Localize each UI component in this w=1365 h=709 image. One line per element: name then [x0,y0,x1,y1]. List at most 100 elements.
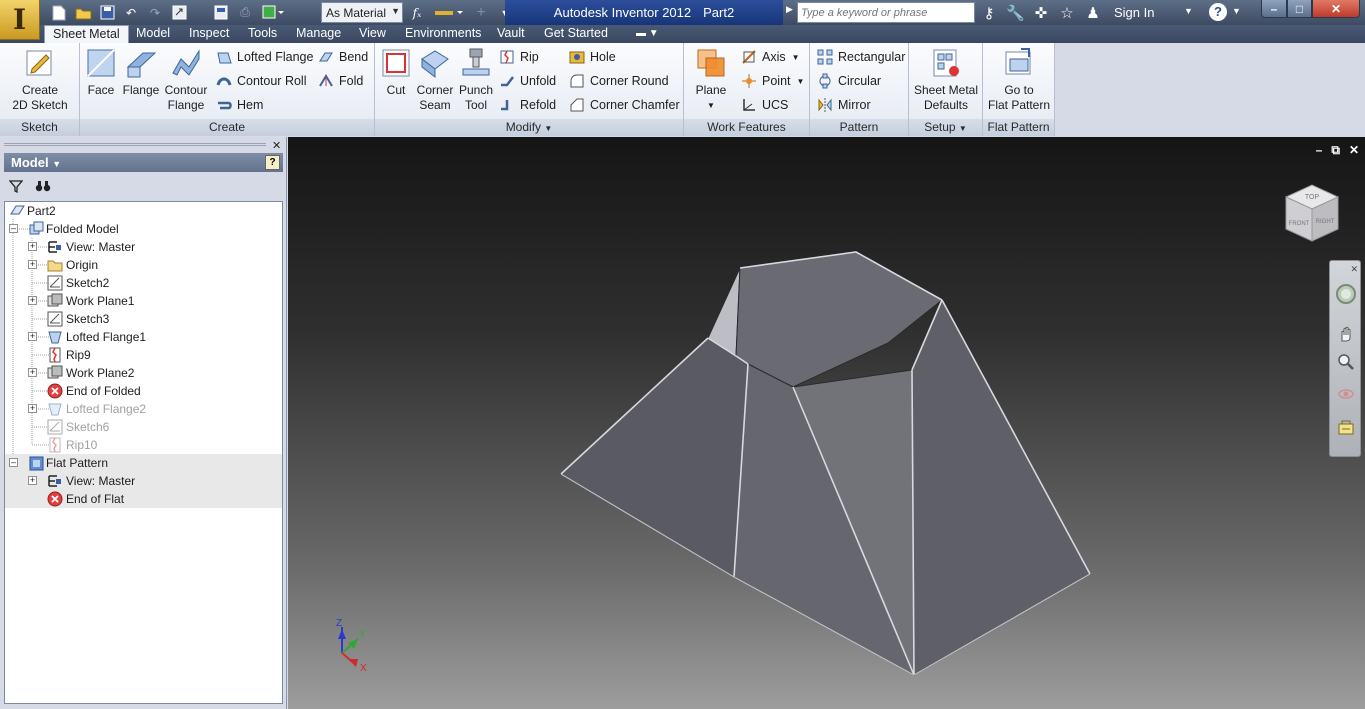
plane-button[interactable]: Plane ▼ [690,47,732,113]
circular-pattern-button[interactable]: Circular [817,72,881,90]
expand-icon[interactable]: + [28,404,37,413]
material-select[interactable]: As Material ▼ [321,2,403,23]
unfold-button[interactable]: Unfold [499,72,556,90]
search-expand-icon[interactable]: ▶ [786,4,793,15]
maximize-button[interactable]: □ [1287,0,1312,18]
minimize-button[interactable]: – [1261,0,1287,18]
expand-icon[interactable]: + [28,260,37,269]
contour-roll-button[interactable]: Contour Roll [216,72,306,90]
create-2d-sketch-button[interactable]: Create 2D Sketch ▼ [8,47,72,129]
tree-item-work-plane1[interactable]: + Work Plane1 [5,292,282,310]
filter-icon[interactable] [9,179,23,193]
star-icon[interactable]: ☆ [1058,4,1076,22]
hem-button[interactable]: Hem [216,96,263,114]
steering-wheel-icon[interactable] [1335,283,1357,305]
punch-tool-button[interactable]: Punch Tool [457,47,495,113]
hole-button[interactable]: Hole [569,48,616,66]
return-icon[interactable] [170,4,188,21]
expand-icon[interactable]: + [28,368,37,377]
close-icon[interactable]: ✕ [1350,264,1358,275]
pan-icon[interactable] [1337,325,1355,343]
sign-in-link[interactable]: Sign In [1114,5,1154,20]
tree-item-folded-model[interactable]: – Folded Model [5,220,282,238]
tree-item-work-plane2[interactable]: + Work Plane2 [5,364,282,382]
expand-icon[interactable]: + [28,476,37,485]
tree-item-flat-pattern[interactable]: – Flat Pattern [5,454,282,472]
expand-icon[interactable]: + [28,296,37,305]
wrench-icon[interactable]: 🔧 [1006,4,1025,22]
tree-item-origin[interactable]: + Origin [5,256,282,274]
rip-button[interactable]: Rip [499,48,539,66]
sheet-metal-defaults-button[interactable]: Sheet Metal Defaults [911,47,981,113]
look-at-icon[interactable] [1337,419,1355,437]
help-icon[interactable]: ? [1209,3,1227,21]
modify-panel-title[interactable]: Modify ▼ [375,119,683,136]
mirror-button[interactable]: Mirror [817,96,871,114]
tree-item-lofted-flange2[interactable]: + Lofted Flange2 [5,400,282,418]
tree-item-sketch2[interactable]: Sketch2 [5,274,282,292]
save-icon[interactable] [98,4,116,21]
tree-item-sketch6[interactable]: Sketch6 [5,418,282,436]
tab-view[interactable]: View [351,25,394,43]
ribbon-display-toggle-icon[interactable]: ▬ ▼ [636,28,659,39]
expand-icon[interactable]: + [28,332,37,341]
bend-button[interactable]: Bend [318,48,368,66]
corner-seam-button[interactable]: Corner Seam [415,47,455,113]
application-menu-button[interactable]: I [0,0,40,40]
tab-tools[interactable]: Tools [240,25,285,43]
contour-flange-button[interactable]: Contour Flange [163,47,209,113]
open-icon[interactable] [74,4,92,21]
go-to-flat-pattern-button[interactable]: Go to Flat Pattern [985,47,1053,113]
tree-item-rip10[interactable]: Rip10 [5,436,282,454]
tree-item-part2[interactable]: Part2 [5,202,282,220]
print-icon[interactable]: ⎙ [236,4,254,21]
browser-header[interactable]: Model ▼ [4,153,283,172]
face-left[interactable] [560,337,749,578]
tree-item-view-master[interactable]: + View: Master [5,238,282,256]
tab-manage[interactable]: Manage [288,25,349,43]
close-button[interactable]: ✕ [1312,0,1360,18]
update-icon[interactable] [212,4,230,21]
expand-icon[interactable]: + [28,242,37,251]
refold-button[interactable]: Refold [499,96,556,114]
binoculars-icon[interactable] [35,179,51,193]
lofted-flange-button[interactable]: Lofted Flange [216,48,313,66]
tab-inspect[interactable]: Inspect [181,25,237,43]
tab-vault[interactable]: Vault [489,25,533,43]
tree-item-lofted-flange1[interactable]: + Lofted Flange1 [5,328,282,346]
tree-item-sketch3[interactable]: Sketch3 [5,310,282,328]
binoculars-icon[interactable]: ⚷ [980,4,998,22]
tree-item-end-of-flat[interactable]: End of Flat [5,490,282,508]
viewcube[interactable]: TOP FRONT RIGHT [1280,181,1344,247]
select-icon[interactable] [260,4,286,21]
setup-panel-title[interactable]: Setup ▼ [909,119,982,136]
close-icon[interactable]: ✕ [272,139,281,152]
user-icon[interactable]: ♟ [1084,4,1102,22]
satellite-icon[interactable]: ✜ [1032,4,1050,22]
corner-chamfer-button[interactable]: Corner Chamfer [569,96,680,114]
function-icon[interactable]: fₓ [408,4,426,21]
collapse-icon[interactable]: – [9,458,18,467]
tab-model[interactable]: Model [128,25,178,43]
face-button[interactable]: Face [84,47,118,98]
search-input[interactable] [798,3,974,22]
tree-item-flat-view-master[interactable]: + View: Master [5,472,282,490]
ucs-button[interactable]: UCS [741,96,788,114]
graphics-viewport[interactable]: – ⧉ ✕ TOP FRONT RIGHT ✕ Z Y X [288,137,1365,709]
cut-button[interactable]: Cut [379,47,413,98]
browser-grip[interactable] [4,143,266,146]
help-icon[interactable]: ? [265,155,280,170]
flange-button[interactable]: Flange [120,47,162,98]
corner-round-button[interactable]: Corner Round [569,72,669,90]
color-icon[interactable] [432,4,466,21]
tab-get-started[interactable]: Get Started [536,25,616,43]
orbit-icon[interactable] [1337,385,1355,403]
new-icon[interactable] [50,4,68,21]
tab-environments[interactable]: Environments [397,25,489,43]
undo-icon[interactable]: ↶ [122,4,140,21]
point-button[interactable]: Point ▼ [741,72,804,90]
axis-button[interactable]: Axis ▼ [741,48,800,66]
redo-icon[interactable]: ↷ [146,4,164,21]
search-box[interactable] [797,2,975,23]
chevron-down-icon[interactable]: ▼ [1184,6,1193,16]
